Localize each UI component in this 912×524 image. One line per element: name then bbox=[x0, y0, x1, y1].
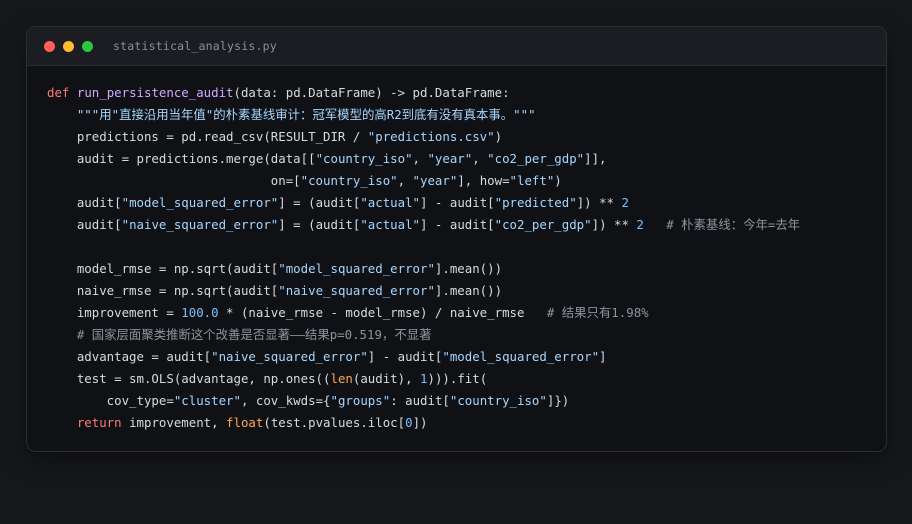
maximize-window-button[interactable] bbox=[82, 40, 93, 52]
code-text: naive_rmse = np.sqrt(audit[ bbox=[47, 283, 279, 299]
comment-token: # 结果只有1.98% bbox=[546, 305, 649, 321]
code-text: audit[ bbox=[47, 217, 122, 233]
code-text: improvement = bbox=[47, 305, 182, 321]
code-line-2: """用"直接沿用当年值"的朴素基线审计：冠军模型的高R2到底有没有真本事。""… bbox=[47, 104, 800, 126]
code-line-10: naive_rmse = np.sqrt(audit["naive_square… bbox=[47, 280, 800, 302]
keyword-token: return bbox=[76, 415, 122, 431]
code-text: (data: pd.DataFrame) -> pd.DataFrame: bbox=[233, 85, 510, 100]
comment-token: # 朴素基线：今年=去年 bbox=[666, 217, 801, 233]
code-text: (audit), bbox=[352, 371, 421, 387]
number-token: 100.0 bbox=[181, 305, 219, 321]
editor-window: statistical_analysis.py def run_persiste… bbox=[26, 26, 887, 452]
code-text: test = sm.OLS(advantage, np.ones(( bbox=[47, 371, 331, 387]
code-text: ))).fit( bbox=[427, 371, 488, 387]
string-token: "model_squared_error" bbox=[278, 261, 435, 277]
code-text: audit = predictions.merge(data[[ bbox=[47, 151, 316, 167]
code-line-4: audit = predictions.merge(data[["country… bbox=[47, 148, 800, 170]
code-line-1: def run_persistence_audit(data: pd.DataF… bbox=[47, 82, 800, 104]
builtin-token: len bbox=[330, 371, 353, 387]
number-token: 0 bbox=[405, 415, 413, 431]
minimize-window-button[interactable] bbox=[63, 40, 74, 52]
string-token: """用"直接沿用当年值"的朴素基线审计：冠军模型的高R2到底有没有真本事。""… bbox=[76, 107, 536, 123]
builtin-token: float bbox=[226, 415, 264, 431]
code-text: ] - audit[ bbox=[420, 195, 495, 211]
code-text: ] = (audit[ bbox=[278, 195, 361, 211]
code-text: , bbox=[412, 151, 428, 167]
code-text: ] = (audit[ bbox=[278, 217, 361, 233]
code-line-13: advantage = audit["naive_squared_error"]… bbox=[47, 346, 800, 368]
code-text: * (naive_rmse - model_rmse) / naive_rmse bbox=[218, 305, 547, 321]
string-token: "cluster" bbox=[173, 393, 241, 409]
code-text: ]) bbox=[412, 415, 428, 431]
code-line-16: return improvement, float(test.pvalues.i… bbox=[47, 412, 800, 434]
code-text: ]) ** bbox=[591, 217, 637, 233]
code-text: ] - audit[ bbox=[367, 349, 443, 365]
code-text: , bbox=[397, 173, 413, 189]
number-token: 2 bbox=[636, 217, 644, 233]
code-text: ]], bbox=[584, 151, 607, 167]
code-text: cov_type= bbox=[47, 393, 174, 409]
code-text: : audit[ bbox=[390, 393, 450, 409]
number-token: 2 bbox=[621, 195, 629, 211]
code-line-15: cov_type="cluster", cov_kwds={"groups": … bbox=[47, 390, 800, 412]
code-text: ) bbox=[494, 129, 503, 145]
code-text: , cov_kwds={ bbox=[240, 393, 331, 409]
string-token: "actual" bbox=[360, 217, 421, 233]
string-token: "naive_squared_error" bbox=[121, 217, 279, 233]
string-token: "co2_per_gdp" bbox=[487, 151, 585, 167]
code-line-5: on=["country_iso", "year"], how="left") bbox=[47, 170, 800, 192]
string-token: "groups" bbox=[330, 393, 391, 409]
string-token: "country_iso" bbox=[300, 173, 398, 189]
code-line-9: model_rmse = np.sqrt(audit["model_square… bbox=[47, 258, 800, 280]
string-token: "year" bbox=[412, 173, 458, 189]
code-text: ]}) bbox=[546, 393, 570, 409]
code-line-11: improvement = 100.0 * (naive_rmse - mode… bbox=[47, 302, 800, 324]
string-token: "actual" bbox=[360, 195, 421, 211]
code-text: ] bbox=[599, 349, 607, 365]
string-token: "predictions.csv" bbox=[367, 129, 495, 145]
code-text: , bbox=[472, 151, 488, 167]
code-text: improvement, bbox=[121, 415, 227, 431]
code-line-6: audit["model_squared_error"] = (audit["a… bbox=[47, 192, 800, 214]
code-text: advantage = audit[ bbox=[47, 349, 212, 365]
string-token: "year" bbox=[427, 151, 473, 167]
code-line-3: predictions = pd.read_csv(RESULT_DIR / "… bbox=[47, 126, 800, 148]
string-token: "naive_squared_error" bbox=[278, 283, 435, 299]
code-text: on=[ bbox=[47, 173, 301, 189]
string-token: "left" bbox=[509, 173, 555, 189]
string-token: "predicted" bbox=[494, 195, 577, 211]
string-token: "model_squared_error" bbox=[442, 349, 600, 365]
code-text: ].mean()) bbox=[434, 261, 503, 277]
code-block[interactable]: def run_persistence_audit(data: pd.DataF… bbox=[47, 82, 800, 434]
string-token: "co2_per_gdp" bbox=[494, 217, 592, 233]
code-text: predictions = pd.read_csv(RESULT_DIR / bbox=[47, 129, 368, 145]
comment-token: # 国家层面聚类推断这个改善是否显著——结果p=0.519，不显著 bbox=[76, 327, 432, 343]
file-name: statistical_analysis.py bbox=[113, 39, 277, 53]
code-text: ] - audit[ bbox=[420, 217, 495, 233]
keyword-token: def bbox=[47, 85, 70, 100]
code-text: (test.pvalues.iloc[ bbox=[263, 415, 406, 431]
string-token: "country_iso" bbox=[449, 393, 547, 409]
close-window-button[interactable] bbox=[44, 40, 55, 52]
code-text: ].mean()) bbox=[434, 283, 503, 299]
code-line-12: # 国家层面聚类推断这个改善是否显著——结果p=0.519，不显著 bbox=[47, 324, 800, 346]
code-line-14: test = sm.OLS(advantage, np.ones((len(au… bbox=[47, 368, 800, 390]
code-line-7: audit["naive_squared_error"] = (audit["a… bbox=[47, 214, 800, 236]
string-token: "naive_squared_error" bbox=[211, 349, 368, 365]
function-name-token: run_persistence_audit bbox=[76, 85, 234, 100]
string-token: "model_squared_error" bbox=[121, 195, 279, 211]
code-text: model_rmse = np.sqrt(audit[ bbox=[47, 261, 279, 277]
code-text: ], how= bbox=[457, 173, 510, 189]
title-bar: statistical_analysis.py bbox=[27, 27, 886, 66]
code-text: audit[ bbox=[47, 195, 122, 211]
string-token: "country_iso" bbox=[315, 151, 413, 167]
code-text: ) bbox=[554, 173, 562, 189]
code-text: ]) ** bbox=[576, 195, 622, 211]
